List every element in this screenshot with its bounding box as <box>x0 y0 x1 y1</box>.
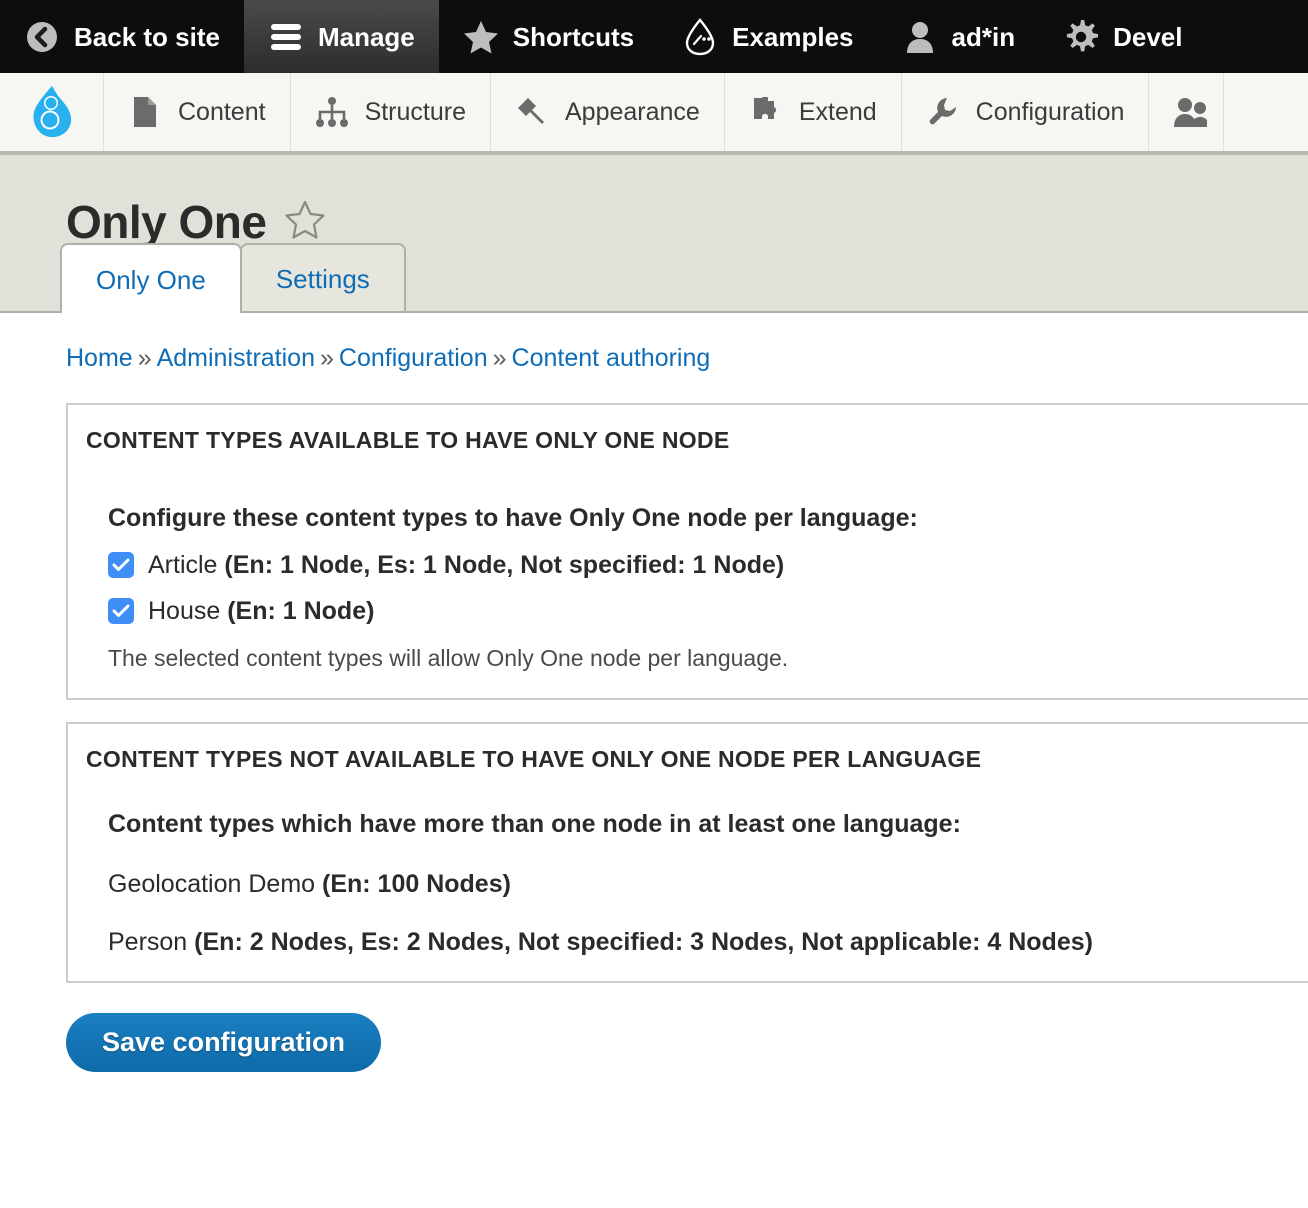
fieldset-legend: CONTENT TYPES NOT AVAILABLE TO HAVE ONLY… <box>68 746 1308 774</box>
drupal-logo-icon <box>29 85 75 139</box>
drupal-logo-link[interactable] <box>0 73 104 151</box>
breadcrumb-separator: » <box>320 344 334 372</box>
breadcrumb-item-administration[interactable]: Administration <box>157 344 315 372</box>
checkbox-house[interactable] <box>108 598 134 624</box>
checkbox-article[interactable] <box>108 552 134 578</box>
fieldset-legend: CONTENT TYPES AVAILABLE TO HAVE ONLY ONE… <box>68 427 1308 455</box>
nav-item-content[interactable]: Content <box>104 73 291 151</box>
nav-item-structure[interactable]: Structure <box>291 73 491 151</box>
back-arrow-circle-icon <box>24 19 60 55</box>
document-icon <box>128 95 162 129</box>
nav-item-label: Extend <box>799 98 877 127</box>
page-header: Only One <box>0 155 1308 245</box>
puzzle-piece-icon <box>749 95 783 129</box>
settings-form: CONTENT TYPES AVAILABLE TO HAVE ONLY ONE… <box>0 403 1308 983</box>
fieldset-description: The selected content types will allow On… <box>108 644 1290 674</box>
checkbox-label-house[interactable]: House (En: 1 Node) <box>148 596 374 626</box>
nav-item-label: Content <box>178 98 266 127</box>
content-type-counts: (En: 1 Node, Es: 1 Node, Not specified: … <box>224 551 784 579</box>
list-item: Geolocation Demo (En: 100 Nodes) <box>108 869 1290 899</box>
fieldset-lead-text: Configure these content types to have On… <box>108 503 1290 534</box>
admin-menu-bar: Content Structure Appearance <box>0 73 1308 155</box>
nav-item-label: Configuration <box>976 98 1125 127</box>
toolbar-item-account[interactable]: ad*in <box>878 0 1040 73</box>
checkbox-row-house[interactable]: House (En: 1 Node) <box>108 596 1290 626</box>
wrench-icon <box>926 95 960 129</box>
list-item: Person (En: 2 Nodes, Es: 2 Nodes, Not sp… <box>108 927 1290 957</box>
admin-toolbar: Back to site Manage Shortcuts <box>0 0 1308 73</box>
breadcrumb: Home»Administration»Configuration»Conten… <box>0 313 1308 373</box>
breadcrumb-separator: » <box>493 344 507 372</box>
toolbar-item-examples[interactable]: Examples <box>658 0 877 73</box>
content-type-name: House <box>148 597 220 625</box>
tab-settings[interactable]: Settings <box>240 243 406 311</box>
toolbar-item-label: Devel <box>1113 24 1182 50</box>
people-icon <box>1173 95 1207 129</box>
toolbar-item-label: ad*in <box>952 24 1016 50</box>
user-icon <box>902 19 938 55</box>
breadcrumb-separator: » <box>138 344 152 372</box>
content-type-name: Person <box>108 928 187 956</box>
fieldset-body: Content types which have more than one n… <box>68 809 1308 956</box>
tab-only-one[interactable]: Only One <box>60 243 242 313</box>
hamburger-icon <box>268 19 304 55</box>
toolbar-item-label: Examples <box>732 24 853 50</box>
nav-item-appearance[interactable]: Appearance <box>491 73 725 151</box>
content-type-counts: (En: 100 Nodes) <box>322 870 511 898</box>
fieldset-unavailable-content-types: CONTENT TYPES NOT AVAILABLE TO HAVE ONLY… <box>66 722 1308 983</box>
page-title: Only One <box>66 199 266 245</box>
toolbar-item-label: Back to site <box>74 24 220 50</box>
checkbox-label-article[interactable]: Article (En: 1 Node, Es: 1 Node, Not spe… <box>148 550 784 580</box>
tab-label: Settings <box>276 266 370 292</box>
breadcrumb-item-configuration[interactable]: Configuration <box>339 344 488 372</box>
toolbar-item-label: Manage <box>318 24 415 50</box>
tab-label: Only One <box>96 267 206 293</box>
paintbrush-icon <box>515 95 549 129</box>
nav-item-extend[interactable]: Extend <box>725 73 902 151</box>
gear-icon <box>1063 19 1099 55</box>
toolbar-item-label: Shortcuts <box>513 24 634 50</box>
content-type-name: Article <box>148 551 217 579</box>
content-type-counts: (En: 1 Node) <box>227 597 374 625</box>
toolbar-item-shortcuts[interactable]: Shortcuts <box>439 0 658 73</box>
save-configuration-button[interactable]: Save configuration <box>66 1013 381 1072</box>
form-actions: Save configuration <box>0 983 1308 1072</box>
fieldset-lead-text: Content types which have more than one n… <box>108 809 1290 840</box>
checkbox-row-article[interactable]: Article (En: 1 Node, Es: 1 Node, Not spe… <box>108 550 1290 580</box>
star-icon <box>463 19 499 55</box>
toolbar-item-back-to-site[interactable]: Back to site <box>0 0 244 73</box>
star-outline-icon[interactable] <box>284 200 326 245</box>
toolbar-item-devel[interactable]: Devel <box>1039 0 1206 73</box>
nav-item-configuration[interactable]: Configuration <box>902 73 1150 151</box>
primary-tabs: Only One Settings <box>0 245 1308 313</box>
nav-item-label: Appearance <box>565 98 700 127</box>
nav-item-people[interactable] <box>1149 73 1224 151</box>
breadcrumb-item-content-authoring[interactable]: Content authoring <box>512 344 711 372</box>
sitemap-icon <box>315 95 349 129</box>
page-title-row: Only One <box>0 199 1308 245</box>
toolbar-item-manage[interactable]: Manage <box>244 0 439 73</box>
nav-item-label: Structure <box>365 98 466 127</box>
breadcrumb-item-home[interactable]: Home <box>66 344 133 372</box>
fieldset-body: Configure these content types to have On… <box>68 503 1308 674</box>
fieldset-available-content-types: CONTENT TYPES AVAILABLE TO HAVE ONLY ONE… <box>66 403 1308 700</box>
content-type-counts: (En: 2 Nodes, Es: 2 Nodes, Not specified… <box>194 928 1093 956</box>
main-content: Home»Administration»Configuration»Conten… <box>0 313 1308 1072</box>
drupal-droplet-icon <box>682 19 718 55</box>
content-type-name: Geolocation Demo <box>108 870 315 898</box>
